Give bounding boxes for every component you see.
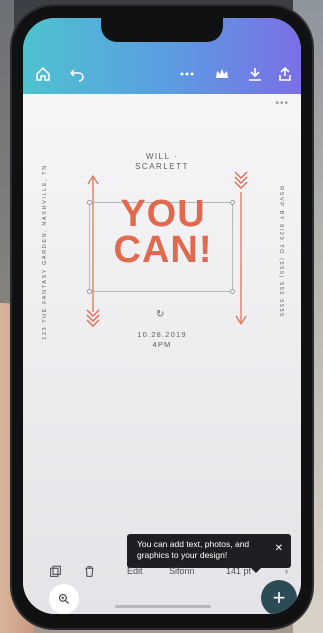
event-date: 10.28.2019 bbox=[137, 330, 187, 339]
side-text-right[interactable]: RSVP BY 8/20 TO (555) 555 5555 bbox=[278, 152, 284, 352]
more-icon[interactable] bbox=[177, 64, 197, 84]
plus-icon: + bbox=[272, 585, 286, 610]
side-text-left[interactable]: 123 THE FANTASY GARDEN, NASHVILLE, TN bbox=[42, 152, 48, 352]
zoom-button[interactable] bbox=[49, 584, 79, 614]
page-more-icon[interactable]: ••• bbox=[275, 98, 289, 109]
download-icon[interactable] bbox=[245, 64, 265, 84]
font-size-button[interactable]: 141 pt bbox=[226, 566, 251, 576]
event-time: 4PM bbox=[152, 340, 172, 349]
crown-icon[interactable] bbox=[212, 64, 232, 84]
resize-handle[interactable] bbox=[87, 200, 92, 205]
notch bbox=[101, 18, 223, 42]
resize-handle[interactable] bbox=[87, 289, 92, 294]
duplicate-icon[interactable] bbox=[47, 563, 63, 579]
phone-screen: ••• WILL · SCARLETT 123 THE FANTASY GARD… bbox=[23, 18, 301, 614]
phone-frame: ••• WILL · SCARLETT 123 THE FANTASY GARD… bbox=[12, 6, 312, 628]
home-indicator bbox=[115, 605, 211, 608]
trash-icon[interactable] bbox=[81, 563, 97, 579]
rotate-icon[interactable]: ↻ bbox=[156, 309, 164, 320]
chevron-right-icon[interactable]: › bbox=[285, 566, 288, 576]
headline-text[interactable]: YOU CAN! bbox=[99, 195, 227, 269]
edit-button[interactable]: Edit bbox=[127, 566, 143, 576]
bottom-toolbar: Edit Sifonn 141 pt › bbox=[23, 558, 301, 588]
close-icon[interactable]: ✕ bbox=[275, 543, 283, 554]
resize-handle[interactable] bbox=[230, 200, 235, 205]
design-canvas[interactable]: ••• WILL · SCARLETT 123 THE FANTASY GARD… bbox=[23, 94, 301, 614]
org-name[interactable]: WILL · SCARLETT bbox=[123, 152, 201, 172]
share-icon[interactable] bbox=[275, 64, 295, 84]
home-icon[interactable] bbox=[33, 64, 53, 84]
resize-handle[interactable] bbox=[230, 289, 235, 294]
zoom-in-icon bbox=[58, 593, 69, 604]
event-date-time[interactable]: 10.28.2019 4PM bbox=[123, 330, 201, 350]
undo-icon[interactable] bbox=[67, 64, 87, 84]
font-button[interactable]: Sifonn bbox=[169, 566, 195, 576]
toast-message: You can add text, photos, and graphics t… bbox=[137, 539, 250, 560]
right-arrow-decoration bbox=[234, 171, 248, 326]
